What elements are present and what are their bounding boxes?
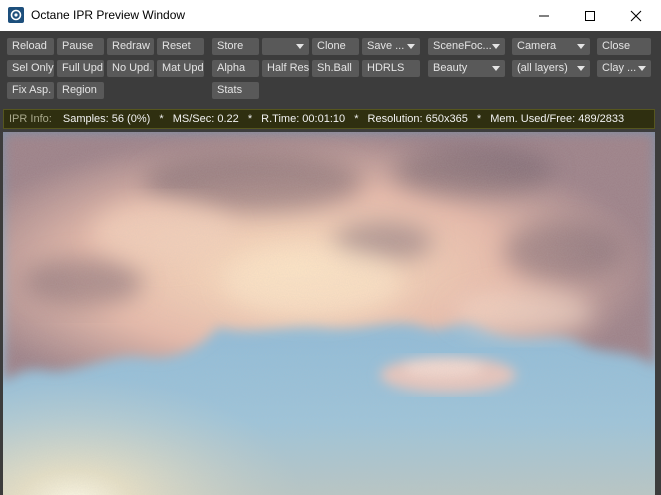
full-update-button[interactable]: Full Upd. [57,60,104,77]
redraw-button[interactable]: Redraw [107,38,154,55]
ms-per-sec-readout: MS/Sec: 0.22 [172,113,239,125]
clay-mode-dropdown[interactable]: Clay ... [597,60,651,77]
close-icon [630,10,642,21]
no-update-button[interactable]: No Upd. [107,60,154,77]
camera-dropdown[interactable]: Camera [512,38,590,55]
resolution-readout: Resolution: 650x365 [367,113,468,125]
info-separator: * [476,113,482,125]
close-window-button[interactable] [613,0,659,31]
info-separator: * [159,113,164,125]
ipr-toolbar: Reload Pause Redraw Reset Store Clone Sa… [0,31,661,104]
mat-update-button[interactable]: Mat Upd [157,60,204,77]
alpha-button[interactable]: Alpha [212,60,259,77]
minimize-button[interactable] [521,0,567,31]
layers-dropdown[interactable]: (all layers) [512,60,590,77]
shader-ball-button[interactable]: Sh.Ball [312,60,359,77]
close-button[interactable]: Close [597,38,651,55]
sel-only-button[interactable]: Sel Only [7,60,54,77]
render-viewport[interactable] [3,132,655,495]
region-button[interactable]: Region [57,82,104,99]
octane-app-icon [8,7,24,23]
render-time-readout: R.Time: 00:01:10 [261,113,346,125]
rendered-cloud-image [3,132,655,495]
maximize-button[interactable] [567,0,613,31]
stats-button[interactable]: Stats [212,82,259,99]
store-button[interactable]: Store [212,38,259,55]
ipr-info-bar: IPR Info: Samples: 56 (0%) * MS/Sec: 0.2… [3,109,655,129]
fix-aspect-button[interactable]: Fix Asp. [7,82,54,99]
pause-button[interactable]: Pause [57,38,104,55]
scene-focus-dropdown[interactable]: SceneFoc... [428,38,505,55]
reset-button[interactable]: Reset [157,38,204,55]
minimize-icon [539,15,549,16]
reload-button[interactable]: Reload [7,38,54,55]
info-separator: * [354,113,359,125]
half-res-button[interactable]: Half Res [262,60,309,77]
window-title: Octane IPR Preview Window [31,8,186,22]
memory-readout: Mem. Used/Free: 489/2833 [490,113,625,125]
samples-readout: Samples: 56 (0%) [62,113,151,125]
info-separator: * [247,113,253,125]
render-pass-dropdown[interactable]: Beauty [428,60,505,77]
clone-button[interactable]: Clone [312,38,359,55]
store-slot-dropdown[interactable] [262,38,309,55]
title-bar: Octane IPR Preview Window [0,0,661,31]
hdrls-button[interactable]: HDRLS [362,60,420,77]
maximize-icon [585,10,595,21]
ipr-info-label: IPR Info: [9,113,52,125]
save-dropdown[interactable]: Save ... [362,38,420,55]
